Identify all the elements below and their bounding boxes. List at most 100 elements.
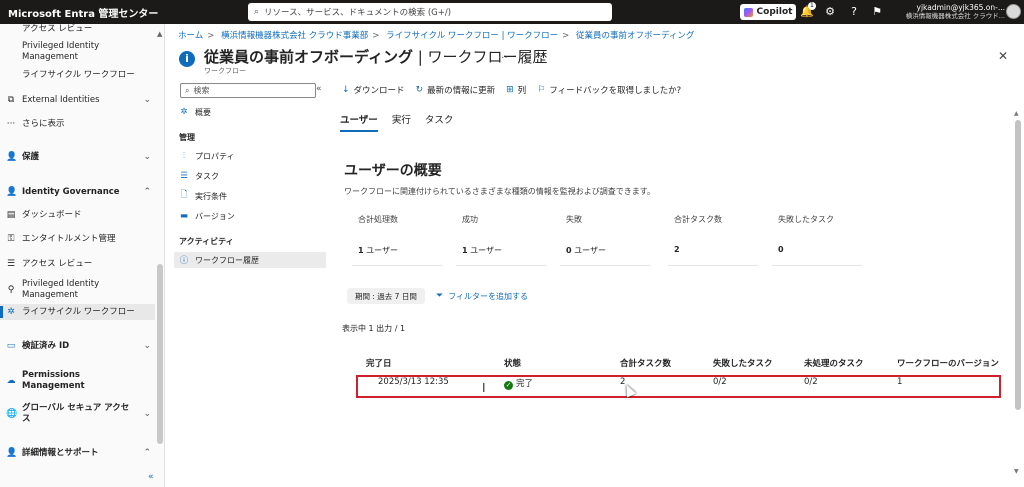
document-icon: 🗋 — [180, 190, 188, 200]
close-icon[interactable]: ✕ — [998, 49, 1008, 63]
breadcrumb: ホーム > 横浜情報機器株式会社 クラウド事業部 > ライフサイクル ワークフロー … — [178, 31, 695, 41]
nav-label: ライフサイクル ワークフロー — [22, 69, 135, 80]
menu-item-workflow-history[interactable]: ⓘ ワークフロー履歴 — [174, 252, 326, 268]
avatar[interactable] — [1006, 4, 1021, 19]
menu-item-overview[interactable]: ✲ 概要 — [174, 104, 326, 120]
more-button[interactable]: ... — [498, 50, 508, 61]
chevron-down-icon: ⌄ — [143, 95, 151, 105]
cloud-icon: ☁ — [6, 376, 16, 386]
copilot-button[interactable]: Copilot — [740, 4, 796, 20]
menu-item-conditions[interactable]: 🗋 実行条件 — [174, 188, 326, 204]
breadcrumb-lifecycle[interactable]: ライフサイクル ワークフロー | ワークフロー — [386, 31, 558, 41]
nav-item-entitlement[interactable]: ⚿ エンタイトルメント管理 — [0, 232, 155, 246]
add-filter-button[interactable]: ⏷ フィルターを追加する — [436, 288, 528, 304]
tab-tasks[interactable]: タスク — [425, 112, 454, 132]
nav-label: アクセス レビュー — [22, 258, 93, 269]
nav-label: 検証済み ID — [22, 340, 70, 351]
col-failed-tasks[interactable]: 失敗したタスク — [713, 357, 773, 369]
nav-item-global-secure-access[interactable]: 🌐 グローバル セキュア アクセス ⌄ — [0, 402, 155, 426]
page-title: 従業員の事前オフボーディング | ワークフロー履歴 — [204, 46, 548, 67]
nav-scrollbar[interactable] — [157, 264, 163, 444]
menu-item-tasks[interactable]: ☰ タスク — [174, 168, 326, 184]
breadcrumb-tenant[interactable]: 横浜情報機器株式会社 クラウド事業部 — [221, 31, 368, 41]
col-status[interactable]: 状態 — [504, 357, 521, 369]
download-button[interactable]: ↓ ダウンロード — [342, 84, 405, 96]
text-cursor-icon: I — [482, 381, 486, 395]
nav-item-external-identities[interactable]: ⧉ External Identities ⌄ — [0, 93, 155, 107]
tab-users[interactable]: ユーザー — [340, 112, 378, 132]
columns-button[interactable]: ⊞ 列 — [506, 84, 526, 96]
nav-item-show-more[interactable]: ··· さらに表示 — [0, 117, 155, 131]
refresh-button[interactable]: ↻ 最新の情報に更新 — [416, 84, 496, 96]
account-info[interactable]: yjkadmin@yjk365.on-... 横浜情報機器株式会社 クラウド..… — [875, 3, 1005, 21]
bell-icon[interactable]: 🔔 1 — [800, 2, 816, 19]
nav-item-dashboard[interactable]: ▤ ダッシュボード — [0, 208, 155, 222]
content-scrollbar[interactable] — [1015, 120, 1021, 410]
page-subtitle: ワークフロー — [204, 67, 246, 75]
tab-runs[interactable]: 実行 — [392, 112, 411, 132]
nav-item-support[interactable]: 👤 詳細情報とサポート ⌃ — [0, 446, 155, 460]
card-label: 失敗したタスク — [778, 215, 834, 224]
feedback-button[interactable]: ⚐ フィードバックを取得しましたか? — [537, 84, 681, 96]
breadcrumb-workflow[interactable]: 従業員の事前オフボーディング — [576, 31, 694, 41]
nav-label: Identity Governance — [22, 186, 120, 197]
row-highlight-box — [356, 375, 1001, 398]
col-total-tasks[interactable]: 合計タスク数 — [620, 357, 671, 369]
help-icon[interactable]: ? — [847, 5, 861, 19]
col-pending-tasks[interactable]: 未処理のタスク — [804, 357, 864, 369]
versions-icon: ▬ — [179, 211, 189, 221]
menu-search-input[interactable]: ⌕ 検索 — [180, 83, 316, 98]
info-icon: ⓘ — [179, 256, 189, 266]
nav-item-verified-id[interactable]: ▭ 検証済み ID ⌄ — [0, 339, 155, 353]
summary-card-failed-tasks: 失敗したタスク 0 — [766, 208, 866, 268]
refresh-label: 最新の情報に更新 — [427, 86, 496, 96]
card-value: 1 ユーザー — [358, 245, 398, 256]
breadcrumb-home[interactable]: ホーム — [178, 31, 203, 41]
tasks-icon: ☰ — [180, 171, 188, 181]
result-count: 表示中 1 出力 / 1 — [342, 324, 406, 333]
dashboard-icon: ▤ — [6, 210, 16, 220]
section-title: ユーザーの概要 — [344, 163, 442, 179]
nav-item-access-review[interactable]: アクセス レビュー — [0, 24, 155, 35]
nav-item-permissions-management[interactable]: ☁ Permissions Management — [0, 370, 155, 391]
columns-label: 列 — [517, 86, 527, 96]
nav-item-lifecycle[interactable]: ライフサイクル ワークフロー — [0, 68, 155, 82]
nav-item-protection[interactable]: 👤 保護 ⌄ — [0, 150, 155, 164]
scroll-up-icon[interactable]: ▲ — [1014, 110, 1019, 117]
chevron-down-icon: ⌄ — [143, 152, 151, 162]
nav-item-pim[interactable]: Privileged Identity Management — [0, 40, 155, 64]
menu-item-properties[interactable]: ⫶ プロパティ — [174, 148, 326, 164]
col-completed-date[interactable]: 完了日 — [366, 357, 392, 369]
nav-item-access-review-2[interactable]: ☰ アクセス レビュー — [0, 257, 155, 271]
brand-title[interactable]: Microsoft Entra 管理センター — [0, 5, 240, 20]
search-placeholder: リソース、サービス、ドキュメントの検索 (G+/) — [264, 8, 452, 18]
command-bar: ↓ ダウンロード ↻ 最新の情報に更新 ⊞ 列 ⚐ フィードバックを取得しましたか? — [342, 82, 692, 98]
gear-icon[interactable]: ⚙ — [823, 5, 837, 19]
menu-item-versions[interactable]: ▬ バージョン — [174, 208, 326, 224]
nav-item-lifecycle-active[interactable]: ✲ ライフサイクル ワークフロー — [0, 304, 155, 320]
external-identities-icon: ⧉ — [7, 95, 15, 105]
download-icon: ↓ — [342, 85, 350, 95]
period-filter-pill[interactable]: 期間 : 過去 7 日間 — [347, 288, 425, 304]
card-label: 失敗 — [566, 215, 582, 224]
card-label: 合計処理数 — [358, 215, 398, 224]
collapse-nav-icon[interactable]: « — [148, 472, 154, 482]
chevron-down-icon: ⌄ — [143, 341, 151, 351]
main-panel: ホーム > 横浜情報機器株式会社 クラウド事業部 > ライフサイクル ワークフロー … — [166, 24, 1024, 487]
card-unit: ユーザー — [467, 246, 502, 255]
nav-label: エンタイトルメント管理 — [22, 233, 116, 244]
scroll-up-icon[interactable]: ▲ — [157, 30, 162, 38]
scroll-down-icon[interactable]: ▼ — [1014, 468, 1019, 475]
table-header: 完了日 状態 合計タスク数 失敗したタスク 未処理のタスク ワークフローのバージ… — [352, 357, 999, 371]
nav-label: Privileged Identity Management — [22, 279, 100, 300]
globe-icon: 🌐 — [6, 409, 18, 419]
entitlement-icon: ⚿ — [7, 234, 15, 244]
global-search-input[interactable]: ⌕ リソース、サービス、ドキュメントの検索 (G+/) — [248, 3, 612, 21]
info-icon: i — [179, 51, 195, 67]
nav-item-pim-2[interactable]: ⚲ Privileged Identity Management — [0, 278, 155, 302]
collapse-menu-icon[interactable]: « — [316, 84, 322, 94]
col-workflow-version[interactable]: ワークフローのバージョン — [897, 357, 999, 369]
chevron-up-icon: ⌃ — [143, 448, 151, 458]
page-title-main: 従業員の事前オフボーディング — [204, 48, 413, 66]
nav-item-identity-governance[interactable]: 👤 Identity Governance ⌃ — [0, 185, 155, 199]
